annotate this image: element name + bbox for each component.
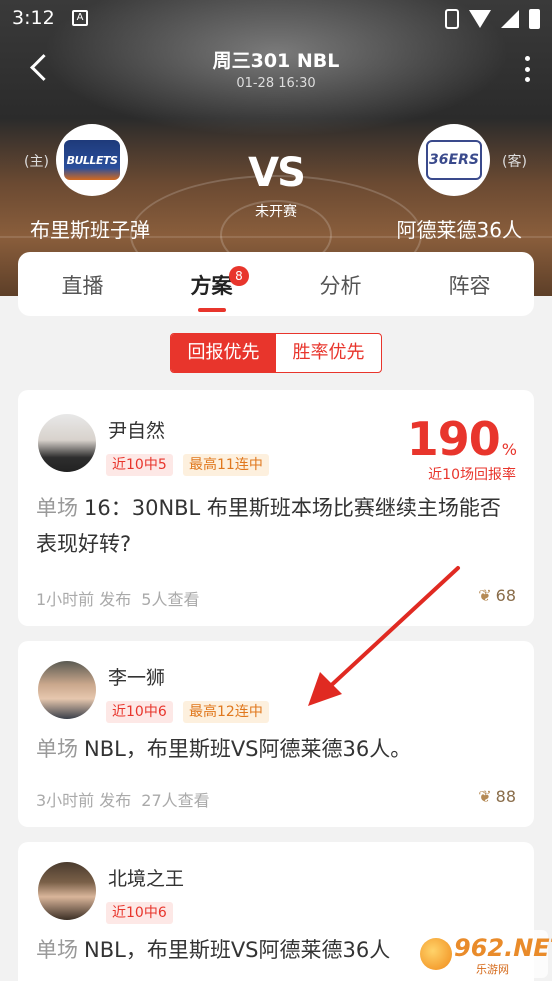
away-team-logo[interactable]: 36ERS: [418, 124, 490, 196]
likes-count[interactable]: ❦ 68: [478, 586, 516, 605]
vibrate-icon: [445, 9, 459, 29]
hit-rate-tag: 近10中5: [106, 454, 173, 476]
hit-rate-tag: 近10中6: [106, 701, 173, 723]
return-rate: 190%: [406, 412, 517, 466]
return-rate-label: 近10场回报率: [428, 467, 516, 483]
match-title: 周三301 NBL: [212, 50, 340, 72]
tab-lineup[interactable]: 阵容: [405, 252, 534, 316]
match-datetime: 01-28 16:30: [236, 76, 316, 91]
status-bar: 3:12 A: [0, 0, 552, 38]
tab-analysis[interactable]: 分析: [276, 252, 405, 316]
hit-rate-tag: 近10中6: [106, 902, 173, 924]
streak-tag: 最高12连中: [183, 701, 269, 723]
author-name[interactable]: 李一狮: [108, 663, 165, 690]
plan-card[interactable]: 李一狮 近10中6 最高12连中 单场 NBL，布里斯班VS阿德莱德36人。 3小…: [18, 641, 534, 827]
status-time: 3:12: [12, 7, 55, 29]
away-team-name[interactable]: 阿德莱德36人: [397, 214, 522, 243]
plan-title: 单场 16：30NBL 布里斯班本场比赛继续主场能否表现好转?: [36, 496, 501, 556]
plan-meta: 3小时前 发布 27人查看: [36, 791, 210, 810]
author-name[interactable]: 尹自然: [108, 416, 165, 443]
battery-icon: [529, 9, 540, 29]
plan-card[interactable]: 尹自然 近10中5 最高11连中 190% 近10场回报率 单场 16：30NBL…: [18, 390, 534, 626]
site-watermark: 962.NET 乐游网: [414, 930, 552, 978]
avatar[interactable]: [38, 414, 96, 472]
wifi-icon: [469, 10, 491, 28]
leaf-icon: ❦: [478, 586, 492, 605]
signal-icon: [501, 10, 519, 28]
tab-plans[interactable]: 方案 8: [147, 252, 276, 316]
system-icons: [445, 9, 540, 29]
notification-icon: A: [72, 10, 88, 26]
author-name[interactable]: 北境之王: [108, 864, 184, 891]
home-team-name[interactable]: 布里斯班子弹: [30, 214, 150, 243]
plans-count-badge: 8: [229, 266, 249, 286]
likes-count[interactable]: ❦ 88: [478, 787, 516, 806]
plan-title: 单场 NBL，布里斯班VS阿德莱德36人。: [36, 737, 412, 761]
tab-bar: 直播 方案 8 分析 阵容: [18, 252, 534, 316]
sixers-logo-icon: 36ERS: [426, 140, 482, 180]
sort-toggle: 回报优先 胜率优先: [170, 333, 382, 373]
streak-tag: 最高11连中: [183, 454, 269, 476]
sort-return-first-button[interactable]: 回报优先: [171, 334, 276, 372]
watermark-logo-icon: [420, 938, 452, 970]
avatar[interactable]: [38, 661, 96, 719]
tab-live[interactable]: 直播: [18, 252, 147, 316]
sort-winrate-first-button[interactable]: 胜率优先: [276, 334, 381, 372]
plan-meta: 1小时前 发布 5人查看: [36, 590, 200, 609]
avatar[interactable]: [38, 862, 96, 920]
away-tag: (客): [502, 154, 527, 170]
leaf-icon: ❦: [478, 787, 492, 806]
